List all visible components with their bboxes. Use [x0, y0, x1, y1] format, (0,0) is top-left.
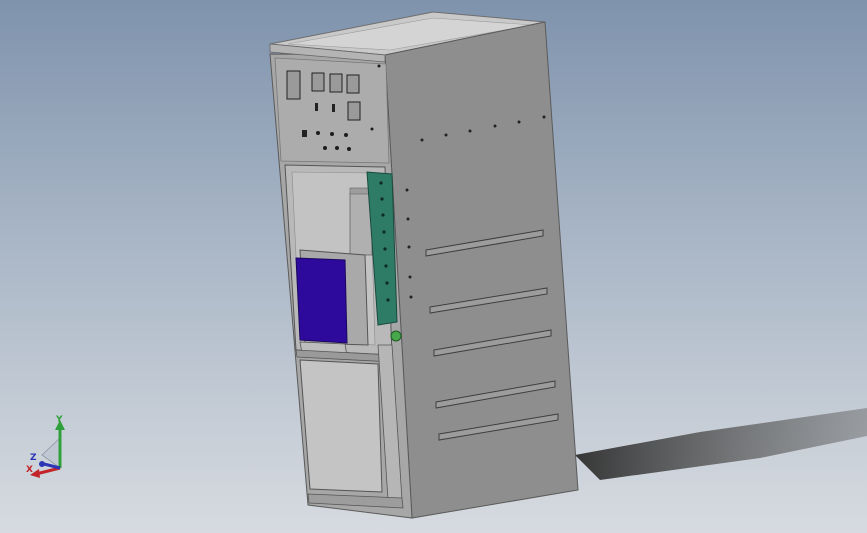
axis-x-arrow-icon [35, 466, 61, 476]
graphics-viewport[interactable]: Y Z X [0, 0, 867, 533]
meter-window-5 [347, 101, 361, 121]
cabinet-side-panel [384, 21, 579, 519]
lower-compartment-opening [299, 359, 383, 493]
axis-z-label: Z [30, 453, 37, 463]
breaker-face [295, 257, 348, 344]
switch-3 [302, 130, 307, 137]
ground-shadow [575, 408, 867, 480]
meter-window-3 [329, 73, 343, 93]
meter-window-1 [286, 70, 301, 100]
meter-window-2 [311, 72, 325, 92]
coordinate-triad: Y Z X [26, 415, 65, 478]
switch-2 [332, 104, 335, 112]
cabinet-model[interactable] [0, 0, 867, 533]
axis-x-label: X [26, 465, 33, 475]
axis-z-origin-icon [39, 461, 45, 467]
green-knob [390, 330, 402, 342]
switch-1 [315, 103, 318, 111]
axis-y-label: Y [55, 415, 63, 425]
meter-window-4 [346, 74, 360, 94]
